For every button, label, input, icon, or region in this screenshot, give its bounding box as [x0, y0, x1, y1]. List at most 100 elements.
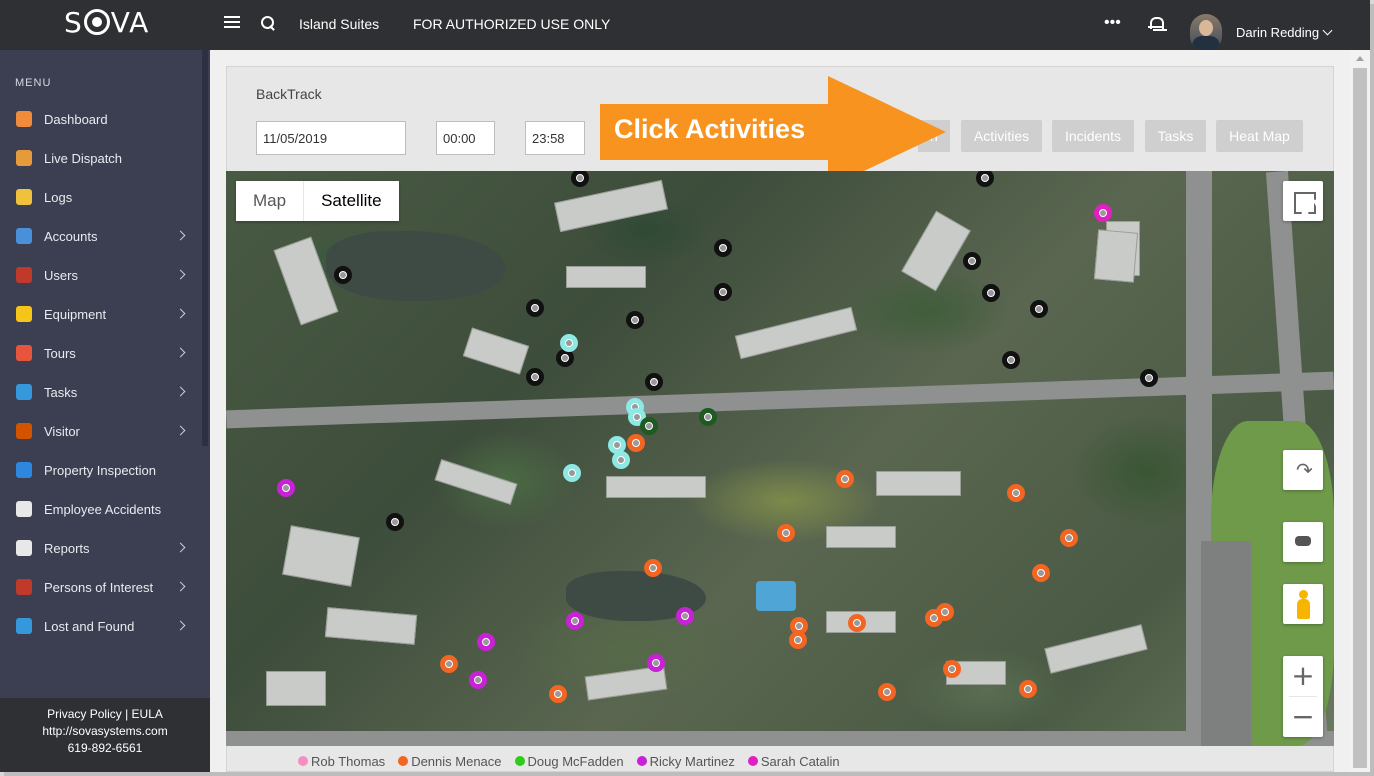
sidebar-item-equipment[interactable]: Equipment	[0, 295, 202, 334]
map-marker-black[interactable]	[334, 266, 352, 284]
map-marker-black[interactable]	[526, 299, 544, 317]
tilt-map-button[interactable]	[1283, 522, 1323, 562]
map-marker-orange[interactable]	[789, 631, 807, 649]
search-icon[interactable]	[261, 16, 275, 30]
sidebar-item-visitor[interactable]: Visitor	[0, 412, 202, 451]
privacy-eula-links[interactable]: Privacy Policy | EULA	[0, 706, 210, 723]
sidebar-item-tasks[interactable]: Tasks	[0, 373, 202, 412]
map-marker-purple[interactable]	[469, 671, 487, 689]
map-marker-dark-green[interactable]	[640, 417, 658, 435]
activities-button[interactable]: Activities	[961, 120, 1042, 152]
map-marker-cyan[interactable]	[560, 334, 578, 352]
map-marker-black[interactable]	[571, 171, 589, 187]
map-marker-orange[interactable]	[936, 603, 954, 621]
tilt-icon	[1295, 536, 1311, 546]
sidebar-item-logs[interactable]: Logs	[0, 178, 202, 217]
hamburger-menu-icon[interactable]	[224, 16, 240, 30]
map-marker-orange[interactable]	[1007, 484, 1025, 502]
phone-number: 619-892-6561	[67, 741, 143, 755]
page-scrollbar[interactable]	[1350, 50, 1370, 772]
sidebar-item-property-inspection[interactable]: Property Inspection	[0, 451, 202, 490]
sidebar-scrollbar[interactable]	[202, 50, 208, 446]
legend-item: Sarah Catalin	[747, 752, 840, 770]
legend-label: Rob Thomas	[311, 753, 386, 769]
map-marker-purple[interactable]	[566, 612, 584, 630]
sidebar-item-reports[interactable]: Reports	[0, 529, 202, 568]
street-view-pegman[interactable]	[1283, 584, 1323, 624]
map-marker-purple[interactable]	[277, 479, 295, 497]
map-marker-dark-green[interactable]	[699, 408, 717, 426]
person-icon	[16, 267, 32, 283]
legend-label: Sarah Catalin	[760, 753, 840, 769]
map-building	[554, 179, 668, 233]
map-marker-purple[interactable]	[676, 607, 694, 625]
map-marker-cyan[interactable]	[563, 464, 581, 482]
map-marker-cyan[interactable]	[612, 451, 630, 469]
map-marker-orange[interactable]	[1060, 529, 1078, 547]
map-marker-orange[interactable]	[878, 683, 896, 701]
sidebar-item-label: Equipment	[44, 307, 107, 322]
date-field[interactable]	[256, 121, 406, 155]
more-horizontal-icon[interactable]: •••	[1104, 14, 1121, 32]
map-marker-purple[interactable]	[647, 654, 665, 672]
chevron-right-icon	[175, 425, 186, 436]
map-marker-orange[interactable]	[549, 685, 567, 703]
user-menu[interactable]: Darin Redding	[1236, 25, 1333, 40]
map-marker-black[interactable]	[386, 513, 404, 531]
sidebar-item-persons-of-interest[interactable]: Persons of Interest	[0, 568, 202, 607]
map-marker-black[interactable]	[976, 171, 994, 187]
map-marker-black[interactable]	[526, 368, 544, 386]
map-marker-orange[interactable]	[1019, 680, 1037, 698]
map-marker-black[interactable]	[714, 283, 732, 301]
map-marker-purple[interactable]	[477, 633, 495, 651]
map-marker-black[interactable]	[714, 239, 732, 257]
tasks-button[interactable]: Tasks	[1145, 120, 1206, 152]
sova-logo[interactable]: S VA	[64, 6, 149, 39]
map-building	[282, 525, 360, 587]
map-marker-orange[interactable]	[777, 524, 795, 542]
zoom-in-button[interactable]: +	[1283, 656, 1323, 696]
map-marker-orange[interactable]	[943, 660, 961, 678]
satellite-map[interactable]	[226, 171, 1334, 746]
sidebar-item-lost-and-found[interactable]: Lost and Found	[0, 607, 202, 646]
zoom-out-button[interactable]: −	[1283, 697, 1323, 737]
start-time-field[interactable]	[436, 121, 495, 155]
map-marker-orange[interactable]	[836, 470, 854, 488]
scroll-up-icon[interactable]	[1356, 56, 1364, 61]
map-marker-black[interactable]	[963, 252, 981, 270]
map-marker-black[interactable]	[645, 373, 663, 391]
map-marker-orange[interactable]	[440, 655, 458, 673]
map-marker-orange[interactable]	[644, 559, 662, 577]
map-view-button[interactable]: Map	[236, 181, 303, 221]
sidebar-item-tours[interactable]: Tours	[0, 334, 202, 373]
heat-map-button[interactable]: Heat Map	[1216, 120, 1303, 152]
legend-item: Rob Thomas	[298, 752, 385, 770]
avatar[interactable]	[1190, 14, 1222, 52]
chevron-right-icon	[175, 347, 186, 358]
bell-icon[interactable]	[1148, 16, 1164, 32]
map-marker-black[interactable]	[1030, 300, 1048, 318]
map-marker-black[interactable]	[1002, 351, 1020, 369]
map-marker-black[interactable]	[982, 284, 1000, 302]
map-marker-black[interactable]	[1140, 369, 1158, 387]
satellite-view-button[interactable]: Satellite	[303, 181, 398, 221]
map-marker-magenta[interactable]	[1094, 204, 1112, 222]
pencil-icon	[16, 189, 32, 205]
map-marker-orange[interactable]	[1032, 564, 1050, 582]
sidebar-item-accounts[interactable]: Accounts	[0, 217, 202, 256]
map-marker-orange[interactable]	[848, 614, 866, 632]
sidebar-item-live-dispatch[interactable]: Live Dispatch	[0, 139, 202, 178]
rotate-map-button[interactable]: ↷	[1283, 450, 1323, 490]
scrollbar-thumb[interactable]	[1353, 68, 1367, 768]
sidebar-item-users[interactable]: Users	[0, 256, 202, 295]
sidebar-item-employee-accidents[interactable]: Employee Accidents	[0, 490, 202, 529]
website-link[interactable]: http://sovasystems.com	[0, 723, 210, 740]
fullscreen-icon[interactable]	[1283, 181, 1323, 221]
map-marker-black[interactable]	[626, 311, 644, 329]
sidebar-item-label: Visitor	[44, 424, 80, 439]
incidents-button[interactable]: Incidents	[1052, 120, 1134, 152]
shield-icon	[16, 150, 32, 166]
end-time-field[interactable]	[525, 121, 585, 155]
map-marker-orange[interactable]	[627, 434, 645, 452]
sidebar-item-dashboard[interactable]: Dashboard	[0, 100, 202, 139]
